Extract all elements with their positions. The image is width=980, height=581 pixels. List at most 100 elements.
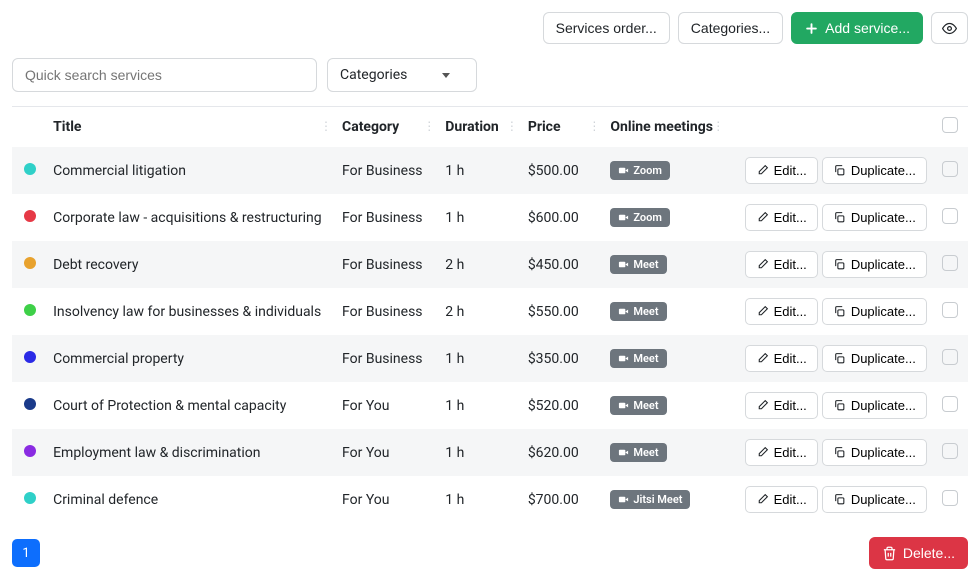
header-category[interactable]: Category⋮: [336, 107, 439, 148]
cell-duration: 1 h: [439, 147, 522, 194]
sort-icon: ⋮: [712, 119, 722, 133]
row-checkbox[interactable]: [942, 396, 958, 412]
cell-category: For Business: [336, 335, 439, 382]
cell-price: $520.00: [522, 382, 605, 429]
header-online[interactable]: Online meetings⋮: [604, 107, 728, 148]
online-badge: Meet: [610, 443, 666, 462]
online-badge: Zoom: [610, 161, 670, 180]
edit-button[interactable]: Edit...: [745, 298, 818, 325]
cell-title: Commercial property: [47, 335, 336, 382]
online-badge: Meet: [610, 255, 666, 274]
color-dot: [24, 492, 36, 504]
edit-button[interactable]: Edit...: [745, 439, 818, 466]
cell-category: For Business: [336, 194, 439, 241]
duplicate-button[interactable]: Duplicate...: [822, 298, 927, 325]
edit-button[interactable]: Edit...: [745, 157, 818, 184]
color-dot: [24, 445, 36, 457]
select-all-checkbox[interactable]: [942, 117, 958, 133]
table-row: Criminal defenceFor You1 h$700.00Jitsi M…: [12, 476, 968, 523]
row-checkbox[interactable]: [942, 302, 958, 318]
sort-icon: ⋮: [423, 119, 433, 133]
cell-category: For Business: [336, 241, 439, 288]
eye-icon: [942, 21, 957, 36]
duplicate-button[interactable]: Duplicate...: [822, 157, 927, 184]
edit-button[interactable]: Edit...: [745, 486, 818, 513]
edit-button[interactable]: Edit...: [745, 204, 818, 231]
cell-title: Court of Protection & mental capacity: [47, 382, 336, 429]
color-dot: [24, 257, 36, 269]
preview-button[interactable]: [931, 12, 968, 44]
chevron-down-icon: [442, 73, 450, 78]
cell-title: Commercial litigation: [47, 147, 336, 194]
table-row: Insolvency law for businesses & individu…: [12, 288, 968, 335]
cell-price: $620.00: [522, 429, 605, 476]
cell-title: Debt recovery: [47, 241, 336, 288]
edit-button[interactable]: Edit...: [745, 392, 818, 419]
row-checkbox[interactable]: [942, 161, 958, 177]
cell-duration: 1 h: [439, 429, 522, 476]
cell-duration: 1 h: [439, 335, 522, 382]
duplicate-button[interactable]: Duplicate...: [822, 345, 927, 372]
header-price[interactable]: Price⋮: [522, 107, 605, 148]
row-checkbox[interactable]: [942, 490, 958, 506]
category-select-label: Categories: [340, 67, 407, 83]
header-duration[interactable]: Duration⋮: [439, 107, 522, 148]
table-row: Court of Protection & mental capacityFor…: [12, 382, 968, 429]
online-badge: Meet: [610, 396, 666, 415]
table-row: Commercial propertyFor Business1 h$350.0…: [12, 335, 968, 382]
color-dot: [24, 210, 36, 222]
edit-button[interactable]: Edit...: [745, 251, 818, 278]
cell-price: $600.00: [522, 194, 605, 241]
cell-category: For You: [336, 429, 439, 476]
duplicate-button[interactable]: Duplicate...: [822, 439, 927, 466]
delete-label: Delete...: [903, 545, 955, 561]
cell-title: Employment law & discrimination: [47, 429, 336, 476]
online-badge: Meet: [610, 349, 666, 368]
sort-icon: ⋮: [506, 119, 516, 133]
duplicate-button[interactable]: Duplicate...: [822, 204, 927, 231]
categories-button[interactable]: Categories...: [678, 12, 783, 44]
row-checkbox[interactable]: [942, 349, 958, 365]
search-input[interactable]: [12, 58, 317, 92]
categories-label: Categories...: [691, 20, 770, 36]
cell-duration: 2 h: [439, 241, 522, 288]
services-table: Title⋮ Category⋮ Duration⋮ Price⋮ Online…: [12, 106, 968, 523]
duplicate-button[interactable]: Duplicate...: [822, 251, 927, 278]
edit-button[interactable]: Edit...: [745, 345, 818, 372]
online-badge: Jitsi Meet: [610, 490, 690, 509]
row-checkbox[interactable]: [942, 443, 958, 459]
category-select[interactable]: Categories: [327, 58, 477, 92]
cell-category: For You: [336, 382, 439, 429]
page-1-button[interactable]: 1: [12, 539, 40, 567]
color-dot: [24, 398, 36, 410]
color-dot: [24, 351, 36, 363]
cell-price: $550.00: [522, 288, 605, 335]
add-service-button[interactable]: Add service...: [791, 12, 923, 44]
delete-button[interactable]: Delete...: [869, 537, 968, 569]
color-dot: [24, 163, 36, 175]
services-order-label: Services order...: [556, 20, 657, 36]
cell-price: $700.00: [522, 476, 605, 523]
cell-title: Insolvency law for businesses & individu…: [47, 288, 336, 335]
duplicate-button[interactable]: Duplicate...: [822, 486, 927, 513]
online-badge: Zoom: [610, 208, 670, 227]
header-title[interactable]: Title⋮: [47, 107, 336, 148]
cell-price: $500.00: [522, 147, 605, 194]
cell-category: For You: [336, 476, 439, 523]
row-checkbox[interactable]: [942, 208, 958, 224]
cell-title: Corporate law - acquisitions & restructu…: [47, 194, 336, 241]
cell-title: Criminal defence: [47, 476, 336, 523]
duplicate-button[interactable]: Duplicate...: [822, 392, 927, 419]
cell-duration: 1 h: [439, 194, 522, 241]
sort-icon: ⋮: [320, 119, 330, 133]
color-dot: [24, 304, 36, 316]
trash-icon: [882, 546, 897, 561]
table-row: Debt recoveryFor Business2 h$450.00 Meet E…: [12, 241, 968, 288]
online-badge: Meet: [610, 302, 666, 321]
cell-duration: 1 h: [439, 382, 522, 429]
row-checkbox[interactable]: [942, 255, 958, 271]
services-order-button[interactable]: Services order...: [543, 12, 670, 44]
add-service-label: Add service...: [825, 20, 910, 36]
plus-icon: [804, 21, 819, 36]
cell-price: $450.00: [522, 241, 605, 288]
